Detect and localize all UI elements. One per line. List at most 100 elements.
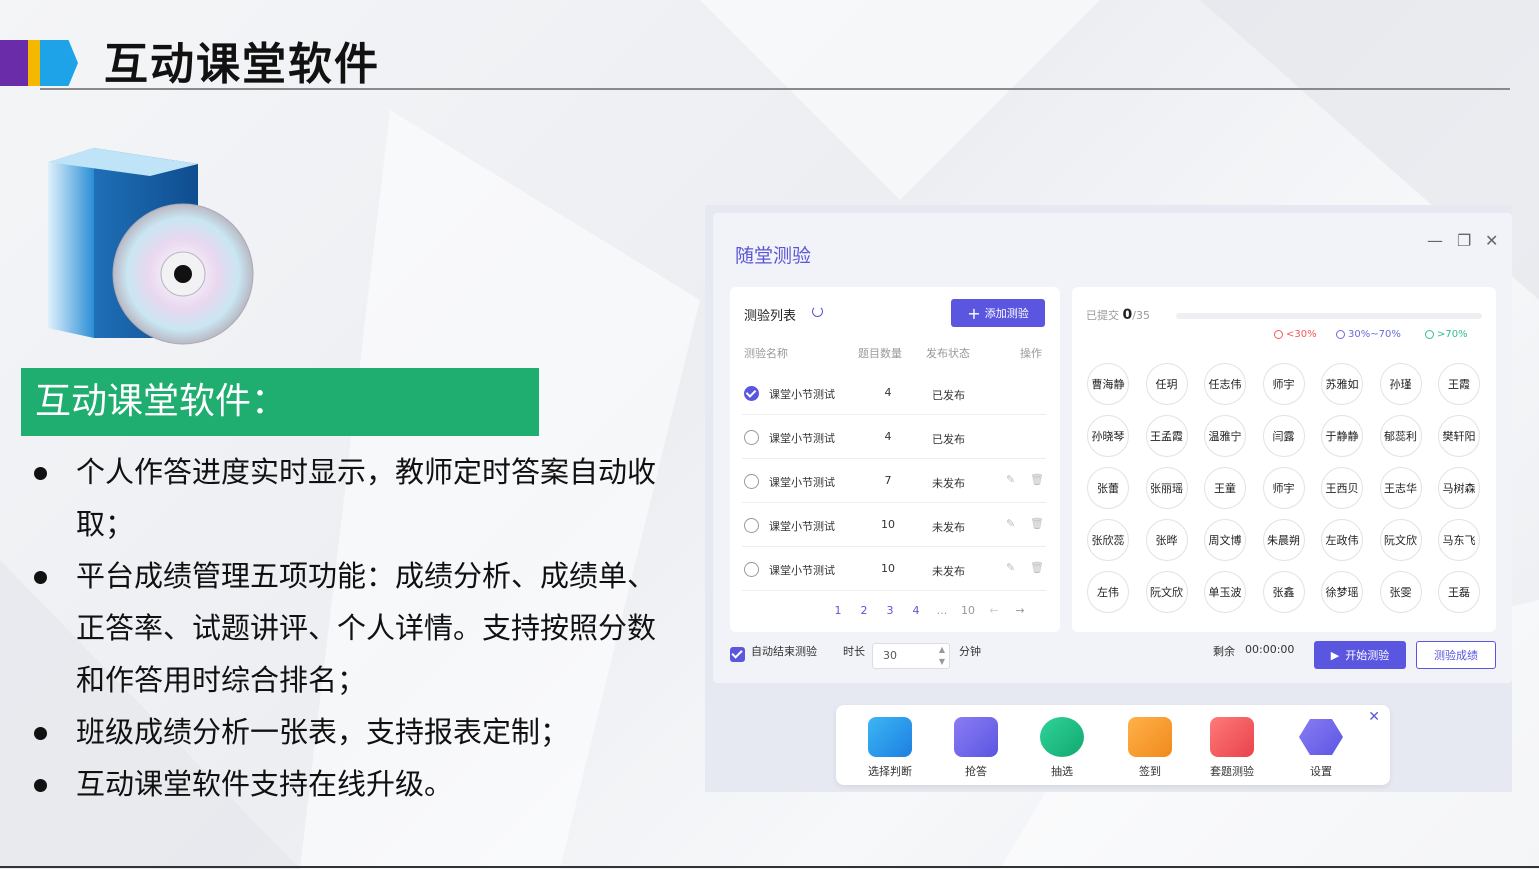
edit-icon[interactable]: ✎ xyxy=(1006,517,1015,530)
prev-page-icon[interactable]: ← xyxy=(981,604,1007,617)
student-avatar[interactable]: 阮文欣 xyxy=(1145,571,1188,613)
tool-settings[interactable]: 设置 xyxy=(1281,717,1361,779)
student-avatar[interactable]: 王童 xyxy=(1204,467,1246,509)
student-avatar[interactable]: 于静静 xyxy=(1321,415,1363,457)
student-avatar[interactable]: 王志华 xyxy=(1379,467,1422,509)
quiz-name: 课堂小节测试 xyxy=(769,476,835,489)
table-row[interactable]: 课堂小节测试 10 未发布 ✎ 🗑 xyxy=(742,547,1046,591)
student-avatar[interactable]: 王磊 xyxy=(1438,571,1480,613)
table-row[interactable]: 课堂小节测试 10 未发布 ✎ 🗑 xyxy=(742,503,1046,547)
quiz-name: 课堂小节测试 xyxy=(769,520,835,533)
col-status-header: 发布状态 xyxy=(926,347,970,360)
student-avatar[interactable]: 左政伟 xyxy=(1321,519,1363,561)
tool-checkin[interactable]: 签到 xyxy=(1110,717,1190,779)
row-radio[interactable] xyxy=(744,562,759,577)
col-op-header: 操作 xyxy=(1020,347,1042,360)
row-radio[interactable] xyxy=(744,386,759,401)
student-avatar[interactable]: 张鑫 xyxy=(1262,571,1305,613)
student-avatar[interactable]: 马东飞 xyxy=(1438,519,1480,561)
delete-icon[interactable]: 🗑 xyxy=(1030,517,1044,530)
tools-bar: ✕ 选择判断 抢答 抽选 签到 套题测验 设置 xyxy=(836,705,1390,785)
set-quiz-icon xyxy=(1210,717,1254,757)
row-radio[interactable] xyxy=(744,474,759,489)
tool-pick[interactable]: 抽选 xyxy=(1022,717,1102,779)
publish-status: 未发布 xyxy=(932,565,965,578)
student-avatar[interactable]: 王孟霞 xyxy=(1145,415,1188,457)
duration-unit: 分钟 xyxy=(959,645,981,658)
remaining-label: 剩余 xyxy=(1213,645,1235,658)
student-avatar[interactable]: 郁蕊利 xyxy=(1379,415,1422,457)
student-avatar[interactable]: 孙晓琴 xyxy=(1087,415,1129,457)
student-avatar[interactable]: 单玉波 xyxy=(1204,571,1246,613)
software-box-icon xyxy=(48,148,254,345)
student-avatar[interactable]: 樊轩阳 xyxy=(1438,415,1480,457)
maximize-icon[interactable]: ❐ xyxy=(1457,231,1471,250)
table-row[interactable]: 课堂小节测试 4 已发布 xyxy=(742,415,1046,459)
row-radio[interactable] xyxy=(744,430,759,445)
auto-end-label: 自动结束测验 xyxy=(751,645,817,658)
student-avatar[interactable]: 师宇 xyxy=(1262,467,1305,509)
table-row[interactable]: 课堂小节测试 4 已发布 xyxy=(742,371,1046,415)
page-3[interactable]: 3 xyxy=(877,604,903,617)
student-avatar[interactable]: 苏雅如 xyxy=(1321,363,1363,405)
row-radio[interactable] xyxy=(744,518,759,533)
duration-stepper[interactable]: 30 ▲ ▼ xyxy=(872,643,950,669)
student-avatar[interactable]: 阮文欣 xyxy=(1379,519,1422,561)
section-title: 互动课堂软件： xyxy=(21,368,539,436)
student-avatar[interactable]: 王霞 xyxy=(1438,363,1480,405)
start-quiz-button[interactable]: ▶ 开始测验 xyxy=(1314,641,1406,669)
legend-high: >70% xyxy=(1425,329,1468,340)
auto-end-checkbox[interactable] xyxy=(730,647,745,662)
tool-choice[interactable]: 选择判断 xyxy=(850,717,930,779)
page-1[interactable]: 1 xyxy=(825,604,851,617)
student-avatar[interactable]: 张雯 xyxy=(1379,571,1422,613)
tool-buzzer[interactable]: 抢答 xyxy=(936,717,1016,779)
student-avatar[interactable]: 张欣蕊 xyxy=(1087,519,1129,561)
page-2[interactable]: 2 xyxy=(851,604,877,617)
close-icon[interactable]: ✕ xyxy=(1368,709,1380,725)
settings-icon xyxy=(1299,719,1343,755)
student-avatar[interactable]: 温雅宁 xyxy=(1204,415,1246,457)
list-item: 班级成绩分析一张表，支持报表定制； xyxy=(32,706,672,758)
quiz-name: 课堂小节测试 xyxy=(769,388,835,401)
page-10[interactable]: 10 xyxy=(955,604,981,617)
header-decoration xyxy=(0,40,80,86)
student-avatar[interactable]: 徐梦瑶 xyxy=(1321,571,1363,613)
student-avatar[interactable]: 任志伟 xyxy=(1204,363,1246,405)
student-avatar[interactable]: 张蕾 xyxy=(1087,467,1129,509)
bottom-divider xyxy=(0,866,1539,868)
quiz-score-button[interactable]: 测验成绩 xyxy=(1416,641,1496,669)
tool-set-quiz[interactable]: 套题测验 xyxy=(1192,717,1272,779)
student-avatar[interactable]: 张丽瑶 xyxy=(1145,467,1188,509)
student-avatar[interactable]: 左伟 xyxy=(1087,571,1129,613)
stepper-arrows-icon[interactable]: ▲ ▼ xyxy=(939,644,945,668)
legend-mid: 30%~70% xyxy=(1336,329,1401,340)
add-quiz-button[interactable]: + 添加测验 xyxy=(951,299,1045,327)
student-avatar[interactable]: 马树森 xyxy=(1438,467,1480,509)
pagination: 1 2 3 4 ... 10 ← → xyxy=(825,604,1033,617)
next-page-icon[interactable]: → xyxy=(1007,604,1033,617)
student-avatar[interactable]: 朱晨朔 xyxy=(1262,519,1305,561)
student-avatar[interactable]: 曹海静 xyxy=(1087,363,1129,405)
question-count: 10 xyxy=(881,518,895,531)
student-avatar[interactable]: 张晔 xyxy=(1145,519,1188,561)
close-icon[interactable]: ✕ xyxy=(1485,231,1498,250)
student-avatar[interactable]: 任玥 xyxy=(1145,363,1188,405)
refresh-icon[interactable] xyxy=(812,306,823,317)
delete-icon[interactable]: 🗑 xyxy=(1030,473,1044,486)
page-4[interactable]: 4 xyxy=(903,604,929,617)
minimize-icon[interactable]: — xyxy=(1427,231,1443,250)
quiz-app-window: 随堂测验 — ❐ ✕ 测验列表 + 添加测验 测验名称 题目数量 发布状态 操作… xyxy=(705,205,1512,792)
student-avatar[interactable]: 孙瑾 xyxy=(1379,363,1422,405)
student-avatar[interactable]: 王西贝 xyxy=(1321,467,1363,509)
quiz-list-panel: 测验列表 + 添加测验 测验名称 题目数量 发布状态 操作 课堂小节测试 4 已发布… xyxy=(730,287,1060,632)
table-row[interactable]: 课堂小节测试 7 未发布 ✎ 🗑 xyxy=(742,459,1046,503)
submission-panel: 已提交 0/35 <30% 30%~70% >70% 曹海静 任玥 任志伟 师宇 苏雅如… xyxy=(1072,287,1496,632)
edit-icon[interactable]: ✎ xyxy=(1006,473,1015,486)
delete-icon[interactable]: 🗑 xyxy=(1030,561,1044,574)
student-avatar[interactable]: 师宇 xyxy=(1262,363,1305,405)
edit-icon[interactable]: ✎ xyxy=(1006,561,1015,574)
student-avatar[interactable]: 闫露 xyxy=(1262,415,1305,457)
publish-status: 未发布 xyxy=(932,521,965,534)
student-avatar[interactable]: 周文博 xyxy=(1204,519,1246,561)
